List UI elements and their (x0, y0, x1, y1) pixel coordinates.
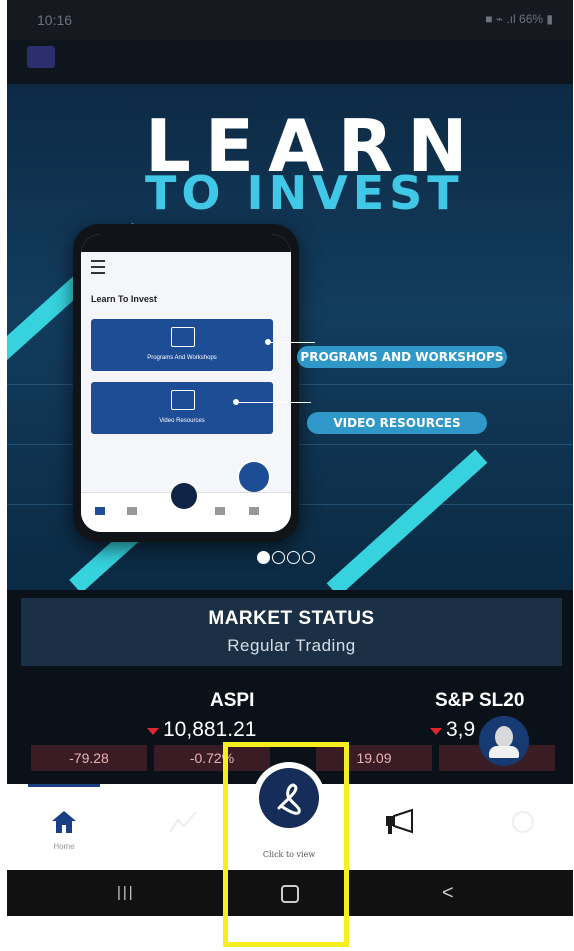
status-bar: 10:16 ■ ⌁ .ıl 66% ▮ (7, 0, 573, 40)
active-tab-indicator (28, 784, 100, 787)
avatar-body (489, 746, 519, 758)
home-icon (52, 811, 76, 833)
nav-home[interactable]: Home (34, 804, 94, 864)
nav-announcements[interactable] (372, 804, 432, 864)
highlight-box (223, 742, 349, 947)
mockup-status-bar (81, 234, 291, 252)
notification-icon (512, 811, 534, 833)
mockup-card-videos: Video Resources (91, 382, 273, 434)
carousel-dot[interactable] (272, 551, 285, 564)
mockup-avatar-icon (237, 460, 271, 494)
nav-market[interactable] (153, 804, 213, 864)
callout-videos: VIDEO RESOURCES (307, 412, 487, 434)
nav-home-label: Home (53, 842, 75, 851)
avatar-head (495, 726, 513, 748)
menu-icon[interactable] (27, 46, 55, 68)
connector-line (269, 342, 315, 343)
back-icon[interactable]: < (442, 882, 454, 905)
mockup-card-programs: Programs And Workshops (91, 319, 273, 371)
mockup-market-icon (127, 507, 137, 515)
down-arrow-icon (147, 728, 159, 735)
promo-banner[interactable]: LEARN TO INVEST Learn To Invest Programs… (7, 84, 573, 590)
down-arrow-icon (430, 728, 442, 735)
market-icon (169, 811, 197, 833)
callout-programs: PROGRAMS AND WORKSHOPS (297, 346, 507, 368)
mockup-menu-icon (91, 260, 105, 274)
index-value: 10,881.21 (163, 718, 257, 741)
mockup-card-label: Video Resources (159, 418, 205, 424)
mockup-card-label: Programs And Workshops (147, 355, 217, 361)
carousel-indicator[interactable] (257, 551, 317, 565)
mockup-services-icon (171, 483, 197, 509)
carousel-dot[interactable] (287, 551, 300, 564)
assistant-avatar-button[interactable] (479, 716, 529, 766)
mockup-title: Learn To Invest (91, 294, 157, 304)
mockup-bell-icon (249, 507, 259, 515)
app-bar (7, 40, 573, 84)
market-status-heading: MARKET STATUS (208, 608, 375, 629)
market-status-card: MARKET STATUS Regular Trading (21, 598, 562, 666)
mockup-announcement-icon (215, 507, 225, 515)
index-change: -79.28 (31, 745, 147, 771)
mockup-home-icon (95, 507, 105, 515)
status-time: 10:16 (37, 12, 73, 28)
banner-stripe (326, 449, 488, 590)
mockup-bottom-nav (81, 483, 291, 532)
status-indicators: ■ ⌁ .ıl 66% ▮ (485, 12, 553, 26)
mockup-screen: Learn To Invest Programs And Workshops V… (81, 234, 291, 532)
phone-mockup-image: Learn To Invest Programs And Workshops V… (73, 224, 299, 542)
market-status-value: Regular Trading (227, 636, 356, 655)
video-icon (171, 390, 195, 410)
connector-line (237, 402, 311, 403)
recent-apps-icon[interactable]: ||| (117, 884, 135, 901)
banner-subheadline: TO INVEST (145, 166, 464, 220)
carousel-dot[interactable] (257, 551, 270, 564)
carousel-dot[interactable] (302, 551, 315, 564)
programs-icon (171, 327, 195, 347)
nav-notifications[interactable] (493, 804, 553, 864)
index-name: S&P SL20 (435, 690, 525, 711)
announcement-icon (386, 808, 413, 834)
index-name: ASPI (210, 690, 255, 711)
